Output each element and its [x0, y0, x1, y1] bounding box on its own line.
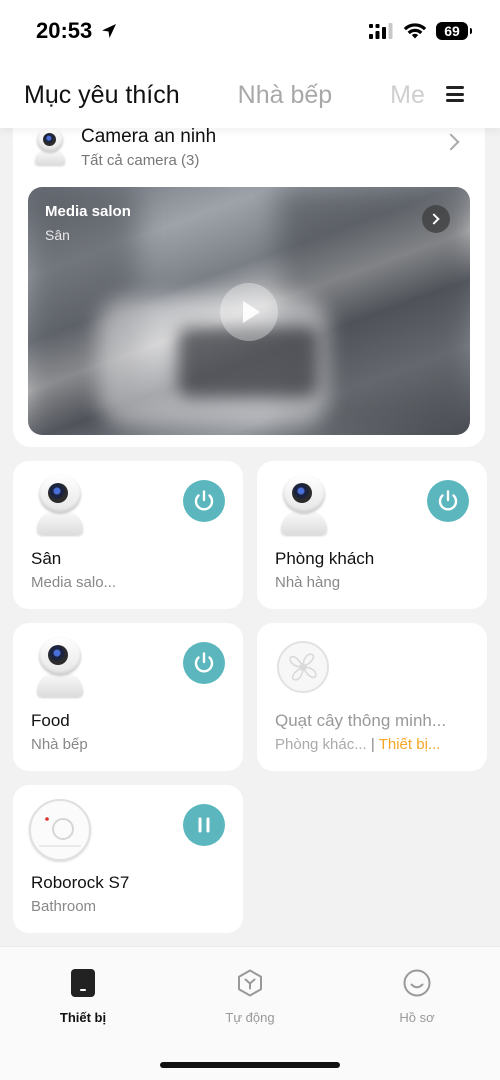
- device-name: Phòng khách: [275, 549, 375, 568]
- power-icon: [438, 490, 458, 511]
- battery-indicator: 69: [436, 22, 472, 40]
- battery-level: 69: [444, 23, 460, 39]
- camera-icon: [279, 475, 329, 537]
- device-icon: [71, 969, 95, 997]
- status-time-group: 20:53: [36, 18, 118, 44]
- status-icons: 69: [368, 22, 472, 40]
- nav-label: Tự động: [225, 1010, 275, 1025]
- chevron-right-icon[interactable]: [422, 205, 450, 233]
- separator: |: [370, 736, 375, 753]
- device-room: Phòng khác...: [275, 736, 367, 753]
- menu-bar: [446, 92, 464, 96]
- camera-icon: [35, 128, 65, 166]
- security-camera-title: Camera an ninh: [81, 125, 217, 147]
- power-button[interactable]: [183, 642, 225, 684]
- tab-favorites[interactable]: Mục yêu thích: [24, 81, 180, 110]
- nav-label: Thiết bị: [59, 1010, 107, 1025]
- fan-icon: [277, 641, 329, 693]
- camera-icon: [35, 475, 85, 537]
- device-room: Nhà bếp: [31, 736, 88, 753]
- device-card-smart-fan[interactable]: Quạt cây thông minh... Phòng khác... | T…: [257, 623, 487, 771]
- pause-icon: [198, 817, 210, 833]
- menu-bar: [446, 86, 464, 89]
- pause-button[interactable]: [183, 804, 225, 846]
- wifi-icon: [403, 23, 427, 39]
- device-name: Sân: [31, 549, 62, 568]
- home-indicator[interactable]: [160, 1062, 340, 1068]
- power-icon: [194, 652, 214, 673]
- robot-vacuum-icon: [29, 799, 91, 861]
- power-button[interactable]: [427, 480, 469, 522]
- video-camera-location: Sân: [45, 227, 70, 243]
- tab-kitchen[interactable]: Nhà bếp: [238, 81, 333, 110]
- status-bar: 20:53 69: [0, 0, 500, 62]
- chevron-right-icon[interactable]: [442, 133, 460, 151]
- device-card-phong-khach[interactable]: Phòng khách Nhà hàng: [257, 461, 487, 609]
- power-button[interactable]: [183, 480, 225, 522]
- security-camera-header[interactable]: Camera an ninh Tất cả camera (3): [35, 124, 463, 170]
- power-icon: [194, 490, 214, 511]
- device-room: Nhà hàng: [275, 574, 341, 591]
- device-room: Bathroom: [31, 898, 97, 915]
- nav-profile[interactable]: Hồ sơ: [362, 969, 472, 1025]
- device-name: Quạt cây thông minh...: [275, 711, 447, 730]
- security-camera-text: Camera an ninh Tất cả camera (3): [81, 126, 216, 169]
- profile-icon: [403, 969, 431, 997]
- security-camera-card: Camera an ninh Tất cả camera (3) Media s…: [13, 110, 485, 447]
- video-camera-name: Media salon: [45, 203, 131, 220]
- play-icon[interactable]: [220, 283, 278, 341]
- cellular-signal-icon: [369, 23, 393, 39]
- status-time: 20:53: [36, 18, 93, 43]
- tab-media[interactable]: Me: [390, 81, 430, 110]
- menu-icon[interactable]: [446, 86, 464, 102]
- room-tabs-header: Mục yêu thích Nhà bếp Me: [0, 62, 500, 128]
- device-name: Food: [31, 711, 70, 730]
- device-name: Roborock S7: [31, 873, 130, 892]
- device-room: Media salo...: [31, 574, 117, 591]
- location-arrow-icon: [102, 24, 117, 38]
- device-card-san[interactable]: Sân Media salo...: [13, 461, 243, 609]
- nav-automation[interactable]: Tự động: [195, 969, 305, 1025]
- camera-icon: [35, 637, 85, 699]
- nav-label: Hồ sơ: [399, 1010, 435, 1025]
- device-card-roborock-s7[interactable]: Roborock S7 Bathroom: [13, 785, 243, 933]
- menu-bar: [446, 99, 464, 102]
- bottom-navigation: Thiết bị Tự động Hồ sơ: [0, 946, 500, 1080]
- device-card-food[interactable]: Food Nhà bếp: [13, 623, 243, 771]
- device-room-status: Phòng khác... | Thiết bị...: [275, 736, 440, 753]
- automation-icon: [238, 969, 262, 997]
- camera-video-preview[interactable]: Media salon Sân: [28, 187, 470, 435]
- device-status: Thiết bị...: [378, 736, 441, 753]
- nav-devices[interactable]: Thiết bị: [28, 969, 138, 1025]
- security-camera-count: Tất cả camera (3): [81, 151, 200, 169]
